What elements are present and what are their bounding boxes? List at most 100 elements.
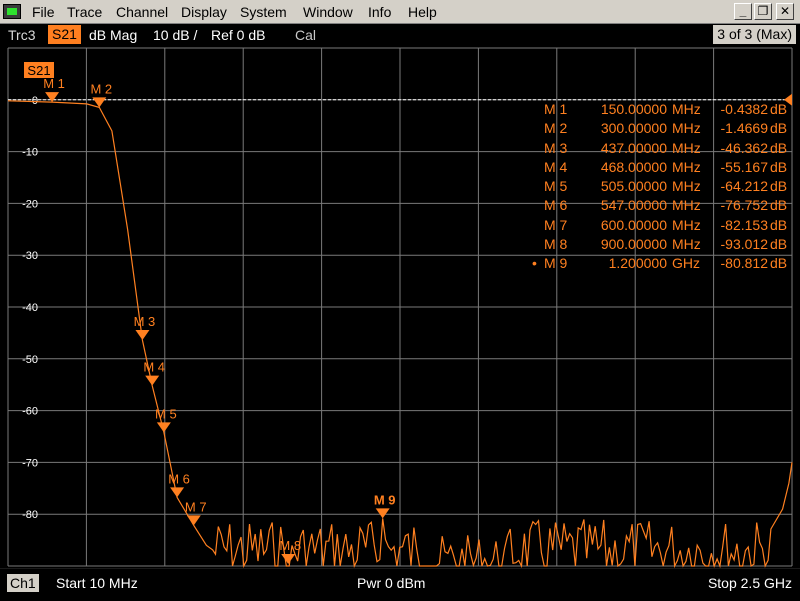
menu-help[interactable]: Help <box>408 4 437 20</box>
trace-scale[interactable]: 10 dB / <box>153 27 197 43</box>
y-tick-label: -40 <box>22 302 38 314</box>
marker-value-unit: dB <box>770 197 788 214</box>
marker-frequency: 300.00000 <box>600 120 667 137</box>
channel-label[interactable]: Ch1 <box>7 574 39 592</box>
menu-channel[interactable]: Channel <box>116 4 168 20</box>
stop-frequency[interactable]: Stop 2.5 GHz <box>708 575 792 591</box>
marker-name: M 1 <box>544 101 568 117</box>
marker-frequency: 900.00000 <box>600 236 667 253</box>
y-tick-label: -60 <box>22 406 38 418</box>
marker-triangle <box>186 515 201 526</box>
marker-label: M 7 <box>185 499 207 514</box>
marker-frequency: 505.00000 <box>600 178 667 195</box>
marker-value: -46.362 <box>720 139 768 156</box>
marker-value-unit: dB <box>770 101 788 117</box>
marker-name: M 6 <box>544 197 568 214</box>
marker-frequency: 150.00000 <box>600 101 667 117</box>
y-tick-label: -20 <box>22 198 38 210</box>
marker-row[interactable]: M 8 900.00000 MHz -93.012 dB <box>532 236 790 255</box>
marker-row[interactable]: M 7 600.00000 MHz -82.153 dB <box>532 217 790 236</box>
marker-triangle <box>281 554 296 564</box>
marker-row[interactable]: M 4 468.00000 MHz -55.167 dB <box>532 159 790 178</box>
trace-format[interactable]: dB Mag <box>89 27 137 43</box>
vna-window: File Trace Channel Display System Window… <box>0 0 800 601</box>
menu-system[interactable]: System <box>240 4 287 20</box>
marker-frequency: 1.200000 <box>608 255 667 272</box>
marker-row[interactable]: M 2 300.00000 MHz -1.4669 dB <box>532 120 790 139</box>
marker-label: M 3 <box>134 314 156 329</box>
marker-name: M 2 <box>544 120 568 137</box>
menu-file[interactable]: File <box>32 4 55 20</box>
marker-frequency-unit: MHz <box>672 197 701 214</box>
marker-row[interactable]: M 3 437.00000 MHz -46.362 dB <box>532 140 790 159</box>
y-tick-label: -10 <box>22 147 38 159</box>
marker-triangle <box>135 329 150 340</box>
trace-reference[interactable]: Ref 0 dB <box>211 27 265 43</box>
analyzer-app-icon[interactable] <box>3 4 21 19</box>
diagram-area[interactable]: 0 -10 -20 -30 -40 -50 -60 -70 -80 S21 M 1M 2M 3M 4… <box>0 46 800 568</box>
y-tick-label: -30 <box>22 250 38 262</box>
marker-label: M 2 <box>90 81 112 96</box>
y-tick-label: 0 <box>32 95 38 107</box>
marker-frequency-unit: MHz <box>672 101 701 117</box>
marker-row[interactable]: • M 9 1.200000 GHz -80.812 dB <box>532 255 790 274</box>
minimize-button[interactable]: _ <box>734 3 752 20</box>
marker-frequency: 600.00000 <box>600 216 667 233</box>
menu-trace[interactable]: Trace <box>67 4 102 20</box>
marker-label: M 5 <box>155 406 177 421</box>
marker-triangle <box>375 508 390 519</box>
marker-frequency-unit: MHz <box>672 139 701 156</box>
marker-label: M 9 <box>374 492 396 507</box>
channel-status-bar: Ch1 Start 10 MHz Pwr 0 dBm Stop 2.5 GHz <box>0 568 800 601</box>
marker-name: M 7 <box>544 216 568 233</box>
marker-triangle <box>170 487 185 498</box>
restore-button[interactable]: ❐ <box>754 3 772 20</box>
marker-name: M 5 <box>544 178 568 195</box>
marker-row[interactable]: M 1 150.00000 MHz -0.4382 dB <box>532 101 790 120</box>
menu-display[interactable]: Display <box>181 4 227 20</box>
source-power[interactable]: Pwr 0 dBm <box>357 575 425 591</box>
trace-name[interactable]: Trc3 <box>8 27 35 43</box>
marker-value-unit: dB <box>770 178 788 195</box>
marker-value: -80.812 <box>720 255 768 272</box>
marker-value-unit: dB <box>770 139 788 156</box>
marker-value: -64.212 <box>720 178 768 195</box>
marker-active-indicator: • <box>532 255 537 272</box>
marker-label: M 1 <box>43 76 65 91</box>
marker-label: M 8 <box>279 538 301 553</box>
start-frequency[interactable]: Start 10 MHz <box>56 575 138 591</box>
close-button[interactable]: ✕ <box>776 3 794 20</box>
marker-value: -82.153 <box>720 216 768 233</box>
marker-row[interactable]: M 5 505.00000 MHz -64.212 dB <box>532 178 790 197</box>
marker-frequency-unit: GHz <box>672 255 700 272</box>
marker-frequency-unit: MHz <box>672 178 701 195</box>
marker-triangle <box>145 375 160 386</box>
marker-name: M 9 <box>544 255 568 272</box>
trace-header: Trc3 S21 dB Mag 10 dB / Ref 0 dB Cal 3 o… <box>0 24 800 46</box>
marker-value-unit: dB <box>770 158 788 175</box>
marker-frequency-unit: MHz <box>672 120 701 137</box>
marker-frequency-unit: MHz <box>672 216 701 233</box>
marker-name: M 8 <box>544 236 568 253</box>
marker-name: M 4 <box>544 158 568 175</box>
marker-value: -0.4382 <box>720 101 768 117</box>
marker-row[interactable]: M 6 547.00000 MHz -76.752 dB <box>532 197 790 216</box>
trace-parameter[interactable]: S21 <box>48 25 81 44</box>
menu-bar: File Trace Channel Display System Window… <box>0 0 800 24</box>
marker-name: M 3 <box>544 139 568 156</box>
marker-frequency: 547.00000 <box>600 197 667 214</box>
marker-frequency: 437.00000 <box>600 139 667 156</box>
menu-info[interactable]: Info <box>368 4 391 20</box>
menu-window[interactable]: Window <box>303 4 353 20</box>
marker-label: M 6 <box>168 471 190 486</box>
marker-value-unit: dB <box>770 255 788 272</box>
marker-value-unit: dB <box>770 236 788 253</box>
calibration-status: Cal <box>295 27 317 43</box>
marker-value-unit: dB <box>770 216 788 233</box>
y-tick-label: -80 <box>22 509 38 521</box>
marker-label: M 4 <box>143 360 165 375</box>
y-tick-label: -70 <box>22 457 38 469</box>
marker-frequency-unit: MHz <box>672 236 701 253</box>
marker-value: -93.012 <box>720 236 768 253</box>
marker-value-unit: dB <box>770 120 788 137</box>
